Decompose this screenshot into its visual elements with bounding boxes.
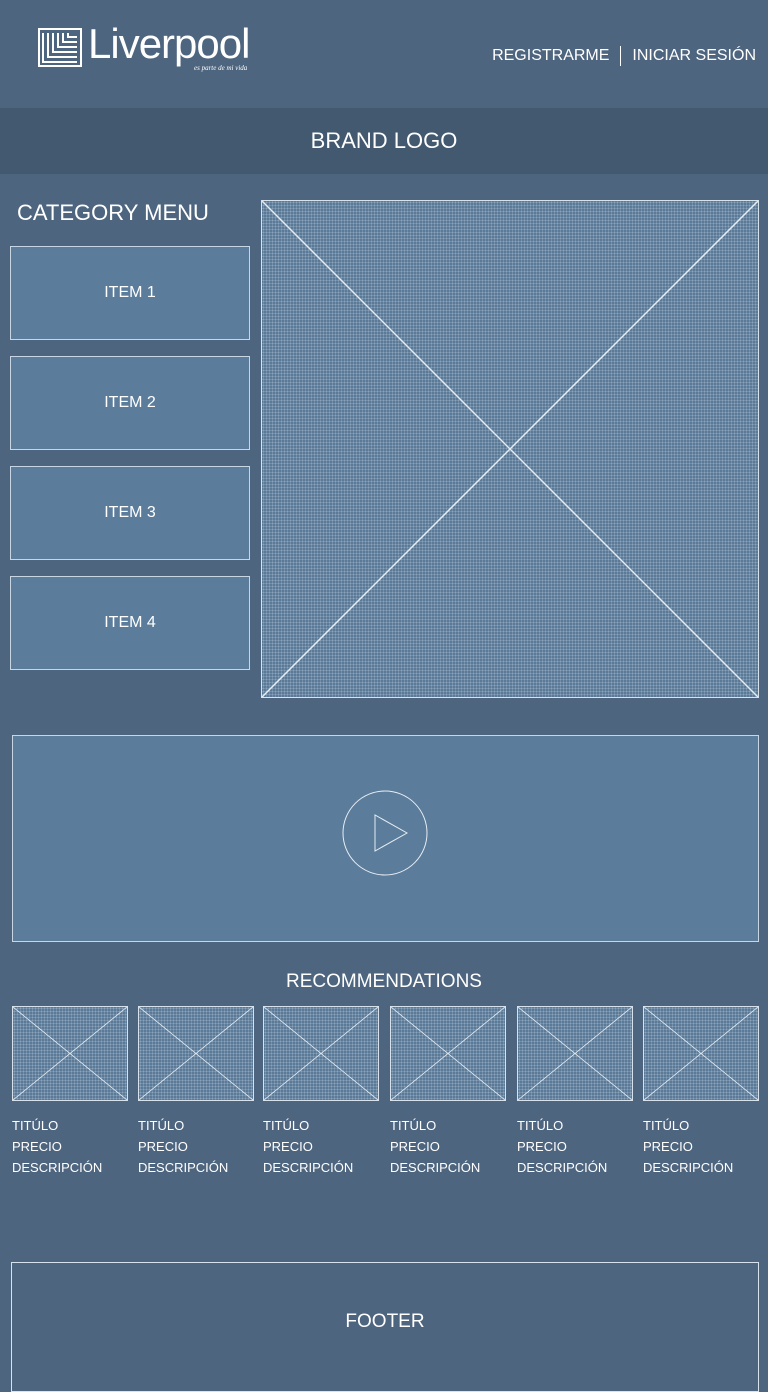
category-item-2[interactable]: ITEM 2	[10, 356, 250, 450]
recommendations-title: RECOMMENDATIONS	[286, 971, 482, 992]
product-price: PRECIO	[390, 1139, 440, 1154]
image-placeholder-icon	[262, 201, 758, 697]
category-item-label: ITEM 2	[104, 394, 156, 411]
product-title: TITÚLO	[138, 1118, 185, 1133]
nav-divider	[620, 46, 622, 66]
recommendation-card[interactable]: TITÚLO PRECIO DESCRIPCIÓN	[643, 1006, 759, 1178]
logo-tagline: es parte de mi vida	[194, 64, 248, 72]
image-placeholder-icon	[644, 1007, 758, 1100]
brand-logo-label: BRAND LOGO	[310, 128, 458, 153]
product-price: PRECIO	[517, 1139, 567, 1154]
category-item-label: ITEM 4	[104, 614, 156, 631]
video-player[interactable]	[12, 735, 759, 942]
product-title: TITÚLO	[517, 1118, 564, 1133]
image-placeholder-icon	[264, 1007, 378, 1100]
category-menu-title: CATEGORY MENU	[17, 200, 209, 225]
product-price: PRECIO	[263, 1139, 313, 1154]
product-price: PRECIO	[12, 1139, 62, 1154]
liverpool-logo[interactable]: Liverpool es parte de mi vida	[38, 20, 278, 80]
product-image-placeholder	[517, 1006, 633, 1101]
login-link[interactable]: INICIAR SESIÓN	[632, 47, 756, 65]
image-placeholder-icon	[391, 1007, 505, 1100]
category-item-4[interactable]: ITEM 4	[10, 576, 250, 670]
product-description: DESCRIPCIÓN	[643, 1160, 734, 1175]
product-image-placeholder	[263, 1006, 379, 1101]
product-image-placeholder	[138, 1006, 254, 1101]
product-description: DESCRIPCIÓN	[263, 1160, 354, 1175]
product-description: DESCRIPCIÓN	[517, 1160, 608, 1175]
account-nav: REGISTRARME INICIAR SESIÓN	[492, 46, 756, 66]
product-image-placeholder	[12, 1006, 128, 1101]
footer: FOOTER	[11, 1262, 759, 1392]
product-description: DESCRIPCIÓN	[12, 1160, 103, 1175]
product-title: TITÚLO	[263, 1118, 310, 1133]
product-description: DESCRIPCIÓN	[390, 1160, 481, 1175]
recommendation-card[interactable]: TITÚLO PRECIO DESCRIPCIÓN	[263, 1006, 379, 1178]
recommendation-card[interactable]: TITÚLO PRECIO DESCRIPCIÓN	[12, 1006, 128, 1178]
category-item-3[interactable]: ITEM 3	[10, 466, 250, 560]
product-title: TITÚLO	[390, 1118, 437, 1133]
product-image-placeholder	[390, 1006, 506, 1101]
recommendation-card[interactable]: TITÚLO PRECIO DESCRIPCIÓN	[390, 1006, 506, 1178]
footer-label: FOOTER	[345, 1311, 425, 1332]
category-item-label: ITEM 1	[104, 284, 156, 301]
category-item-label: ITEM 3	[104, 504, 156, 521]
recommendation-card[interactable]: TITÚLO PRECIO DESCRIPCIÓN	[517, 1006, 633, 1178]
logo-wordmark: Liverpool	[88, 20, 250, 67]
product-image-placeholder	[643, 1006, 759, 1101]
hero-image-placeholder[interactable]	[261, 200, 759, 698]
play-icon[interactable]	[342, 790, 428, 876]
register-link[interactable]: REGISTRARME	[492, 47, 609, 65]
image-placeholder-icon	[13, 1007, 127, 1100]
product-title: TITÚLO	[12, 1118, 59, 1133]
brand-logo-bar: BRAND LOGO	[0, 108, 768, 174]
image-placeholder-icon	[518, 1007, 632, 1100]
product-price: PRECIO	[643, 1139, 693, 1154]
image-placeholder-icon	[139, 1007, 253, 1100]
recommendation-card[interactable]: TITÚLO PRECIO DESCRIPCIÓN	[138, 1006, 254, 1178]
category-item-1[interactable]: ITEM 1	[10, 246, 250, 340]
logo-mark-icon	[38, 28, 82, 67]
product-title: TITÚLO	[643, 1118, 690, 1133]
product-description: DESCRIPCIÓN	[138, 1160, 229, 1175]
product-price: PRECIO	[138, 1139, 188, 1154]
